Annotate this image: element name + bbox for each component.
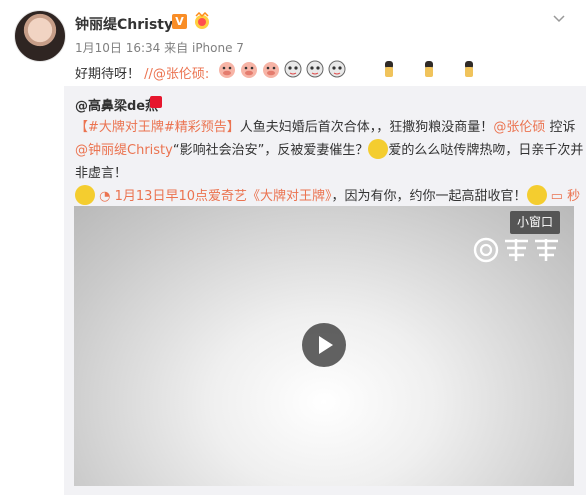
- original-author[interactable]: @高鼻梁de燕: [75, 95, 158, 114]
- source-prefix: 来自: [164, 41, 189, 55]
- chevron-down-icon[interactable]: [552, 12, 566, 26]
- face-emoji-icon: [306, 60, 324, 78]
- post-source[interactable]: iPhone 7: [192, 41, 244, 55]
- baby-emoji-icon: [385, 61, 393, 77]
- post-author[interactable]: 钟丽缇Christy: [75, 14, 173, 34]
- post-date[interactable]: 1月10日 16:34: [75, 41, 160, 55]
- happy-emoji-icon: [75, 185, 95, 205]
- video-program-link[interactable]: 1月13日早10点爱奇艺《大牌对王牌》: [115, 189, 332, 204]
- text-part2: 控诉: [549, 120, 576, 135]
- mention-link-2[interactable]: @钟丽缇Christy: [75, 143, 173, 158]
- mention-link[interactable]: //@张伦硕:: [144, 67, 209, 82]
- miaopai-watermark-icon: [473, 237, 558, 263]
- post-text-main: 好期待呀！: [75, 67, 141, 82]
- mini-video-link-icon: ▭: [550, 189, 563, 204]
- face-emoji-icon: [328, 60, 346, 78]
- mini-window-button[interactable]: 小窗口: [510, 211, 560, 234]
- surprise-emoji-icon: [368, 139, 389, 159]
- pig-emoji-icon: [219, 62, 235, 78]
- video-player[interactable]: 小窗口: [74, 206, 574, 486]
- pig-emoji-icon: [241, 62, 257, 78]
- post-meta: 1月10日 16:34 来自 iPhone 7: [75, 39, 244, 56]
- text-part3: “影响社会治安”，反被爱妻催生？: [172, 143, 369, 158]
- blush-emoji-icon: [526, 185, 547, 205]
- post-text: 好期待呀！ //@张伦硕:: [75, 63, 209, 82]
- baby-emoji-icon: [465, 61, 473, 77]
- baby-emoji-icon: [425, 61, 433, 77]
- text-part1: 人鱼夫妇婚后首次合体，，狂撒狗粮没商量！: [239, 120, 494, 135]
- pig-emoji-icon: [263, 62, 279, 78]
- repost-card: @高鼻梁de燕 【#大牌对王牌#精彩预告】人鱼夫妇婚后首次合体，，狂撒狗粮没商量…: [64, 86, 586, 495]
- text-part5: ，因为有你，约你一起高甜收官！: [331, 189, 527, 204]
- avatar[interactable]: [14, 10, 66, 62]
- face-emoji-icon: [284, 60, 302, 78]
- red-badge-icon: [150, 96, 162, 108]
- hashtag-link[interactable]: 【#大牌对王牌#精彩预告】: [75, 120, 240, 135]
- video-link-icon: ◔: [99, 189, 111, 204]
- play-button[interactable]: [302, 323, 346, 367]
- mention-link-1[interactable]: @张伦硕: [493, 120, 545, 135]
- crown-icon: [195, 12, 209, 29]
- verified-badge: V: [172, 14, 187, 29]
